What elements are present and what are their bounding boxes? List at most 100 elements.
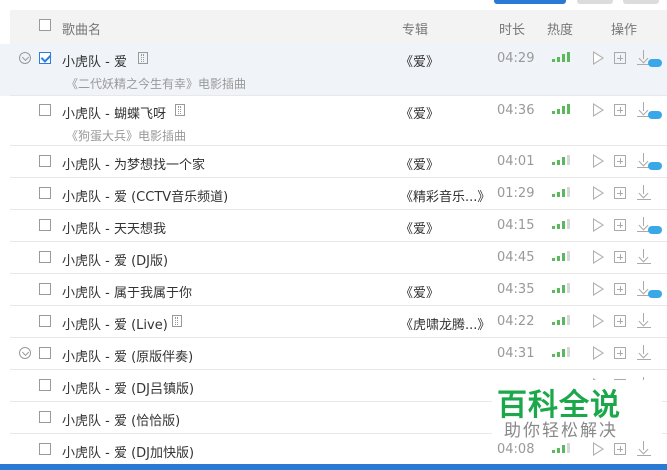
vip-badge-icon (648, 226, 662, 234)
heat-bar (567, 155, 570, 165)
download-base (637, 263, 651, 264)
song-checkbox[interactable] (39, 219, 51, 231)
song-title[interactable]: 小虎队 - 爱 (DJ加快版) (62, 442, 194, 461)
song-checkbox[interactable] (39, 104, 51, 116)
top-toolbar-button-3[interactable] (623, 0, 659, 4)
heat-bar (552, 111, 555, 114)
song-checkbox[interactable] (39, 315, 51, 327)
mv-icon[interactable] (172, 315, 182, 327)
song-album[interactable]: 《爱》 (400, 51, 439, 70)
heat-bar (557, 351, 560, 357)
song-duration: 04:29 (497, 51, 535, 66)
heat-bar (552, 354, 555, 357)
song-subtitle: 《狗蛋大兵》电影插曲 (66, 129, 187, 143)
add-to-playlist-icon[interactable] (614, 52, 626, 64)
song-album[interactable]: 《爱》 (400, 154, 439, 173)
heat-bar (557, 159, 560, 165)
heat-bar (557, 223, 560, 229)
song-album[interactable]: 《虎啸龙腾...》 (400, 314, 490, 333)
song-title[interactable]: 小虎队 - 爱 (原版伴奏) (62, 346, 193, 365)
play-icon[interactable] (593, 218, 604, 232)
heat-bars (552, 283, 572, 293)
play-icon[interactable] (593, 186, 604, 200)
top-toolbar-button-1[interactable] (494, 0, 566, 4)
heat-bars (552, 443, 572, 453)
add-to-playlist-icon[interactable] (614, 187, 626, 199)
song-checkbox[interactable] (39, 283, 51, 295)
song-title[interactable]: 小虎队 - 爱 (Live) (62, 314, 168, 333)
mv-icon[interactable] (138, 52, 148, 64)
add-to-playlist-icon[interactable] (614, 315, 626, 327)
song-title[interactable]: 小虎队 - 爱 (CCTV音乐频道) (62, 186, 228, 205)
song-album[interactable]: 《爱》 (400, 103, 439, 122)
header-song-name[interactable]: 歌曲名 (62, 19, 101, 38)
play-icon[interactable] (593, 282, 604, 296)
play-icon[interactable] (593, 103, 604, 117)
heat-bar (562, 54, 565, 62)
play-icon[interactable] (593, 250, 604, 264)
song-album[interactable]: 《爱》 (400, 218, 439, 237)
play-icon[interactable] (593, 51, 604, 65)
song-duration: 04:45 (497, 250, 535, 265)
heat-bar (557, 287, 560, 293)
header-heat[interactable]: 热度 (547, 19, 573, 38)
song-checkbox[interactable] (39, 379, 51, 391)
song-checkbox[interactable] (39, 347, 51, 359)
download-icon[interactable] (637, 441, 651, 455)
heat-bar (557, 319, 560, 325)
add-to-playlist-icon[interactable] (614, 347, 626, 359)
heat-bars (552, 251, 572, 261)
add-to-playlist-icon[interactable] (614, 443, 626, 455)
song-title[interactable]: 小虎队 - 爱 (恰恰版) (62, 410, 180, 429)
expand-icon[interactable] (19, 347, 31, 359)
song-checkbox[interactable] (39, 52, 51, 64)
play-icon[interactable] (593, 154, 604, 168)
heat-bar (562, 106, 565, 114)
top-toolbar-button-2[interactable] (577, 0, 613, 4)
song-album[interactable]: 《精彩音乐...》 (400, 186, 490, 205)
play-icon[interactable] (593, 442, 604, 456)
song-album[interactable]: 《爱》 (400, 282, 439, 301)
song-title[interactable]: 小虎队 - 蝴蝶飞呀 (62, 103, 166, 122)
song-title[interactable]: 小虎队 - 属于我属于你 (62, 282, 192, 301)
add-to-playlist-icon[interactable] (614, 283, 626, 295)
download-icon[interactable] (637, 249, 651, 263)
header-duration[interactable]: 时长 (499, 19, 525, 38)
song-checkbox[interactable] (39, 443, 51, 455)
download-icon[interactable] (637, 185, 651, 199)
heat-bar (562, 157, 565, 165)
heat-bars (552, 155, 572, 165)
heat-bar (562, 349, 565, 357)
vip-badge-icon (648, 162, 662, 170)
heat-bar (567, 52, 570, 62)
song-checkbox[interactable] (39, 251, 51, 263)
play-icon[interactable] (593, 346, 604, 360)
heat-bar (567, 251, 570, 261)
add-to-playlist-icon[interactable] (614, 219, 626, 231)
song-checkbox[interactable] (39, 155, 51, 167)
top-toolbar (0, 0, 667, 6)
bottom-bar (0, 464, 667, 470)
add-to-playlist-icon[interactable] (614, 155, 626, 167)
add-to-playlist-icon[interactable] (614, 104, 626, 116)
download-base (637, 359, 651, 360)
song-title[interactable]: 小虎队 - 为梦想找一个家 (62, 154, 205, 173)
song-duration: 04:31 (497, 346, 535, 361)
header-album[interactable]: 专辑 (402, 19, 428, 38)
song-title[interactable]: 小虎队 - 爱 (DJ吕镇版) (62, 378, 194, 397)
mv-icon[interactable] (175, 104, 185, 116)
play-icon[interactable] (593, 314, 604, 328)
header-actions: 操作 (611, 23, 638, 38)
vip-badge-icon (648, 111, 662, 119)
expand-icon[interactable] (19, 52, 31, 64)
select-all-checkbox[interactable] (39, 19, 51, 31)
song-title[interactable]: 小虎队 - 爱 (62, 51, 127, 70)
download-icon[interactable] (637, 313, 651, 327)
song-checkbox[interactable] (39, 411, 51, 423)
download-icon[interactable] (637, 345, 651, 359)
song-title[interactable]: 小虎队 - 爱 (DJ版) (62, 250, 168, 269)
song-checkbox[interactable] (39, 187, 51, 199)
song-title[interactable]: 小虎队 - 天天想我 (62, 218, 166, 237)
heat-bars (552, 219, 572, 229)
add-to-playlist-icon[interactable] (614, 251, 626, 263)
